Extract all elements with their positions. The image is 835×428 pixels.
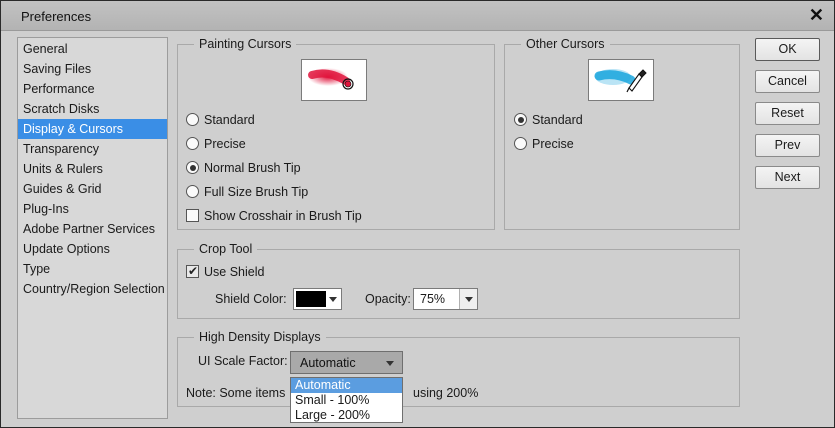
sidebar-item-plug-ins[interactable]: Plug-Ins	[18, 199, 167, 219]
sidebar-item-update-options[interactable]: Update Options	[18, 239, 167, 259]
close-icon[interactable]: ✕	[809, 5, 824, 26]
dialog-title: Preferences	[21, 9, 92, 24]
opacity-label: Opacity:	[365, 292, 411, 306]
opacity-select[interactable]: 75%	[413, 288, 478, 310]
sidebar-item-guides-grid[interactable]: Guides & Grid	[18, 179, 167, 199]
ui-scale-dropdown-list[interactable]: Automatic Small - 100% Large - 200%	[290, 377, 403, 423]
ui-scale-factor-label: UI Scale Factor:	[198, 354, 288, 368]
radio-icon[interactable]	[514, 137, 527, 150]
painting-cursor-preview	[301, 59, 367, 101]
next-button[interactable]: Next	[755, 166, 820, 189]
high-density-note-right: using 200%	[413, 386, 479, 400]
eyedropper-cursor-preview-icon	[594, 69, 647, 93]
sidebar-item-scratch-disks[interactable]: Scratch Disks	[18, 99, 167, 119]
sidebar-item-saving-files[interactable]: Saving Files	[18, 59, 167, 79]
sidebar-item-performance[interactable]: Performance	[18, 79, 167, 99]
chevron-down-icon[interactable]	[459, 289, 477, 309]
dropdown-option-small[interactable]: Small - 100%	[291, 393, 402, 408]
radio-icon[interactable]	[186, 185, 199, 198]
chevron-down-icon[interactable]	[325, 289, 341, 309]
radio-icon[interactable]	[186, 137, 199, 150]
chevron-down-icon[interactable]	[386, 361, 394, 366]
radio-selected-icon[interactable]	[514, 113, 527, 126]
shield-color-picker[interactable]	[293, 288, 342, 310]
checkbox-checked-icon[interactable]: ✔	[186, 264, 199, 278]
reset-button[interactable]: Reset	[755, 102, 820, 125]
sidebar-item-adobe-partner-services[interactable]: Adobe Partner Services	[18, 219, 167, 239]
prev-button[interactable]: Prev	[755, 134, 820, 157]
high-density-note-left: Note: Some items	[186, 386, 286, 400]
ok-button[interactable]: OK	[755, 38, 820, 61]
sidebar-item-type[interactable]: Type	[18, 259, 167, 279]
other-cursors-label: Other Cursors	[521, 37, 610, 51]
shield-color-swatch[interactable]	[296, 291, 326, 307]
sidebar-item-transparency[interactable]: Transparency	[18, 139, 167, 159]
dropdown-option-automatic[interactable]: Automatic	[291, 378, 402, 393]
ui-scale-factor-select[interactable]: Automatic	[290, 351, 403, 374]
sidebar-item-country-region[interactable]: Country/Region Selection	[18, 279, 167, 299]
opacity-value[interactable]: 75%	[420, 292, 445, 306]
sidebar-item-units-rulers[interactable]: Units & Rulers	[18, 159, 167, 179]
high-density-label: High Density Displays	[194, 330, 326, 344]
radio-icon[interactable]	[186, 113, 199, 126]
checkbox-icon[interactable]	[186, 209, 199, 222]
sidebar-item-general[interactable]: General	[18, 39, 167, 59]
dropdown-option-large[interactable]: Large - 200%	[291, 408, 402, 423]
category-list: General Saving Files Performance Scratch…	[17, 37, 168, 419]
other-cursor-preview	[588, 59, 654, 101]
radio-selected-icon[interactable]	[186, 161, 199, 174]
preferences-dialog: Preferences ✕ General Saving Files Perfo…	[0, 0, 835, 428]
red-brush-cursor-preview-icon	[308, 68, 354, 90]
cancel-button[interactable]: Cancel	[755, 70, 820, 93]
painting-cursors-label: Painting Cursors	[194, 37, 297, 51]
title-bar: Preferences ✕	[1, 1, 834, 31]
ui-scale-factor-value[interactable]: Automatic	[300, 356, 356, 370]
crop-tool-label: Crop Tool	[194, 242, 258, 256]
shield-color-label: Shield Color:	[215, 292, 287, 306]
sidebar-item-display-cursors[interactable]: Display & Cursors	[18, 119, 167, 139]
